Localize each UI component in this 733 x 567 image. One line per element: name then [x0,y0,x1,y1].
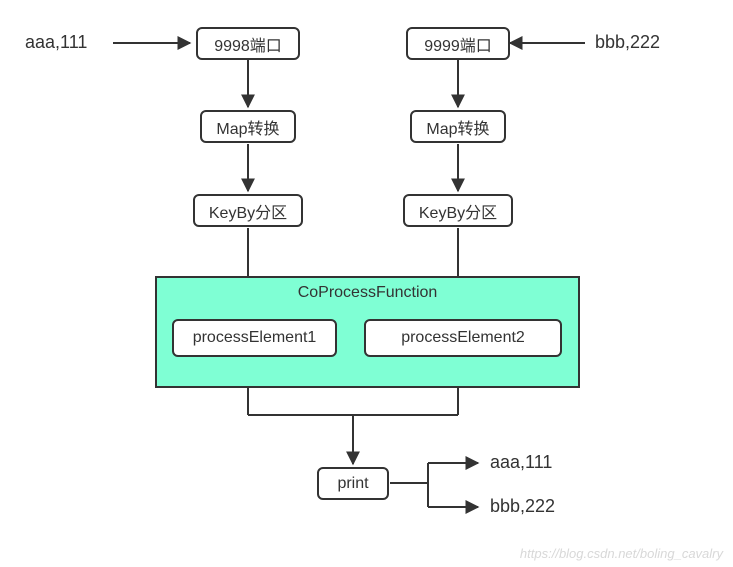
node-map-right: Map转换 [410,110,506,143]
watermark-text: https://blog.csdn.net/boling_cavalry [520,546,723,561]
node-print: print [317,467,389,500]
coprocess-title: CoProcessFunction [298,284,438,302]
output-2-label: bbb,222 [490,496,555,517]
node-keyby-right: KeyBy分区 [403,194,513,227]
node-keyby-left: KeyBy分区 [193,194,303,227]
node-port-left: 9998端口 [196,27,300,60]
node-process1: processElement1 [172,319,337,357]
node-map-left: Map转换 [200,110,296,143]
input-right-label: bbb,222 [595,32,660,53]
node-process2: processElement2 [364,319,562,357]
input-left-label: aaa,111 [25,32,87,53]
output-1-label: aaa,111 [490,452,552,473]
node-port-right: 9999端口 [406,27,510,60]
